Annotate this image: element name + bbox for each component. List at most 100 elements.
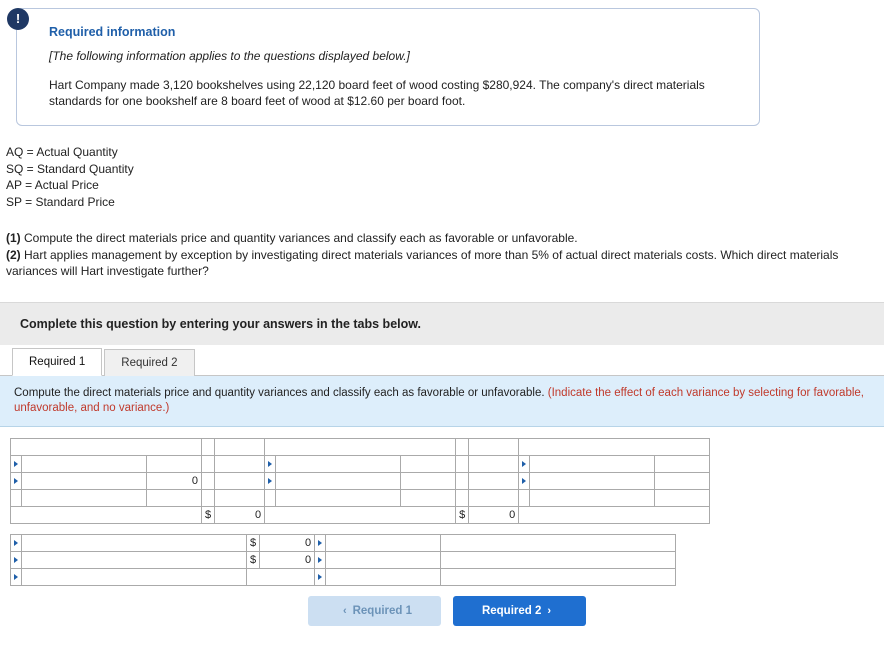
chevron-right-icon [522,477,527,484]
chevron-right-icon [14,460,18,467]
variance-worksheet: Actual Cost Standard Cost 0 $ 0 $ 0 [10,437,884,524]
dropdown-actual-2[interactable] [10,471,22,490]
question-2: (2) Hart applies management by exception… [6,247,884,280]
table-row-header: Actual Cost Standard Cost [10,437,711,456]
input-actual-2a[interactable] [21,471,147,490]
input-variance-1-label[interactable] [21,533,247,552]
required-information-body: Hart Company made 3,120 bookshelves usin… [49,78,705,108]
previous-required-1-button[interactable]: ‹ Required 1 [308,595,441,626]
input-middle-2b[interactable] [400,471,457,490]
previous-button-label: Required 1 [352,604,413,617]
question-2-number: (2) [6,247,21,262]
input-standard-1b[interactable] [654,454,711,473]
dropdown-actual-1[interactable] [10,454,22,473]
header-standard-cost: Standard Cost [518,437,711,456]
variance-2-dollar-sign: $ [245,550,261,569]
input-middle-1b[interactable] [400,454,457,473]
table-row-inputs-2: 0 [10,471,711,490]
chevron-left-icon: ‹ [342,604,347,617]
chevron-right-icon [14,477,18,484]
total-spacer-middle [264,505,457,524]
dropdown-variance-1-effect[interactable] [314,533,327,552]
input-standard-3b[interactable] [654,488,711,507]
chevron-right-icon [522,460,527,467]
required-information-box: Required information [The following info… [16,8,760,126]
row-spacer-2 [440,550,677,569]
chevron-right-icon [318,539,323,546]
exclamation-icon: ! [7,8,29,30]
header-middle-blue [264,437,457,456]
input-standard-3a[interactable] [529,488,656,507]
input-standard-2a[interactable] [529,471,656,490]
chevron-right-icon: › [547,604,552,617]
value-actual-2b[interactable]: 0 [146,471,202,490]
input-actual-1a[interactable] [21,454,147,473]
input-variance-2-label[interactable] [21,550,247,569]
question-1: (1) Compute the direct materials price a… [6,230,884,247]
required-information-subtitle: [The following information applies to th… [49,49,410,63]
task-prompt-main: Compute the direct materials price and q… [14,386,548,399]
dropdown-variance-3[interactable] [10,567,22,586]
table-row-variance-1: $ 0 [10,533,677,552]
total-spacer-left [10,505,202,524]
definitions-list: AQ = Actual Quantity SQ = Standard Quant… [6,144,884,210]
input-actual-1b[interactable] [146,454,202,473]
required-information-title: Required information [49,25,176,39]
table-row-variance-2: $ 0 [10,550,677,569]
dropdown-variance-1[interactable] [10,533,22,552]
header-actual-cost: Actual Cost [10,437,202,456]
variance-2-effect-value[interactable] [325,550,442,569]
dropdown-variance-2-effect[interactable] [314,550,327,569]
task-prompt: Compute the direct materials price and q… [0,375,884,427]
total-right-value[interactable]: 0 [468,505,520,524]
table-row-inputs-3 [10,488,711,507]
dropdown-standard-1[interactable] [518,454,531,473]
table-row-variance-3 [10,567,677,586]
dropdown-middle-2[interactable] [264,471,277,490]
variance-upper-table: Actual Cost Standard Cost 0 $ 0 $ 0 [10,437,711,524]
dropdown-middle-1[interactable] [264,454,277,473]
dropdown-variance-2[interactable] [10,550,22,569]
navigation-bar: ‹ Required 1 Required 2 › [0,595,884,626]
definition-sp: SP = Standard Price [6,194,115,209]
total-right-dollar-sign: $ [455,505,470,524]
variance-lower-table: $ 0 $ 0 [10,533,677,586]
input-actual-3a-selected[interactable] [21,488,147,507]
next-button-label: Required 2 [481,604,542,617]
definition-sq: SQ = Standard Quantity [6,161,134,176]
next-required-2-button[interactable]: Required 2 › [453,595,586,626]
question-2-text: Hart applies management by exception by … [6,247,839,279]
dropdown-standard-2[interactable] [518,471,531,490]
row-spacer-3 [440,567,677,586]
chevron-right-icon [14,556,18,563]
input-standard-2b[interactable] [654,471,711,490]
chevron-right-icon [318,556,323,563]
input-variance-3-label[interactable] [21,567,247,586]
tab-bar: Required 1 Required 2 [0,344,884,376]
chevron-right-icon [268,460,273,467]
variance-2-value[interactable]: 0 [259,550,316,569]
total-left-value[interactable]: 0 [214,505,266,524]
questions-block: (1) Compute the direct materials price a… [6,230,884,280]
variance-1-value[interactable]: 0 [259,533,316,552]
variance-1-dollar-sign: $ [245,533,261,552]
input-middle-2a[interactable] [275,471,402,490]
input-standard-1a[interactable] [529,454,656,473]
dropdown-variance-3-effect[interactable] [314,567,327,586]
chevron-right-icon [14,573,18,580]
definition-aq: AQ = Actual Quantity [6,145,118,159]
variance-1-effect-value[interactable] [325,533,442,552]
input-middle-3a[interactable] [275,488,402,507]
variance-3-value-selected[interactable] [245,567,316,586]
tab-required-2[interactable]: Required 2 [104,348,195,376]
variance-3-effect-value[interactable] [325,567,442,586]
tab-required-1[interactable]: Required 1 [12,347,103,376]
row-spacer-1 [440,533,677,552]
required-information-panel: ! Required information [The following in… [7,8,760,126]
input-middle-1a[interactable] [275,454,402,473]
total-left-dollar-sign: $ [200,505,216,524]
instruction-bar: Complete this question by entering your … [0,301,884,345]
chevron-right-icon [318,573,323,580]
input-middle-3b[interactable] [400,488,457,507]
definition-ap: AP = Actual Price [6,178,99,192]
